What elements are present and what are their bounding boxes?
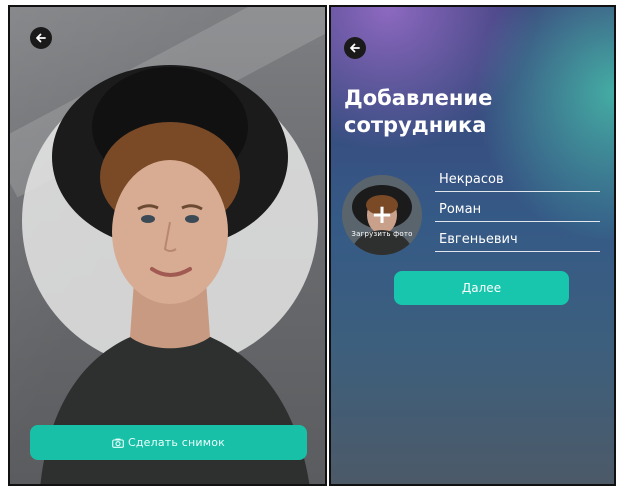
- first-name-field[interactable]: Роман: [435, 200, 600, 222]
- camera-icon: [112, 438, 124, 448]
- add-employee-screen: Добавление сотрудника + Загрузить фото Н…: [329, 5, 616, 486]
- camera-screen: Сделать снимок: [8, 5, 327, 486]
- page-title: Добавление сотрудника: [344, 85, 584, 139]
- person-photo: [40, 65, 310, 484]
- next-button-label: Далее: [461, 281, 502, 295]
- canvas: Сделать снимок Добавление сотрудника + З…: [0, 0, 626, 490]
- plus-icon: +: [371, 200, 393, 230]
- take-photo-button[interactable]: Сделать снимок: [30, 425, 307, 460]
- take-photo-label: Сделать снимок: [127, 436, 226, 449]
- arrow-left-icon: [350, 43, 360, 53]
- page-title-line2: сотрудника: [344, 113, 487, 137]
- avatar-upload[interactable]: + Загрузить фото: [342, 175, 422, 255]
- patronymic-field[interactable]: Евгеньевич: [435, 230, 600, 252]
- page-title-line1: Добавление: [344, 86, 493, 110]
- arrow-left-icon: [36, 33, 46, 43]
- last-name-field[interactable]: Некрасов: [435, 170, 600, 192]
- back-button[interactable]: [344, 37, 366, 59]
- back-button[interactable]: [30, 27, 52, 49]
- next-button[interactable]: Далее: [394, 271, 569, 305]
- avatar-caption: Загрузить фото: [351, 230, 413, 238]
